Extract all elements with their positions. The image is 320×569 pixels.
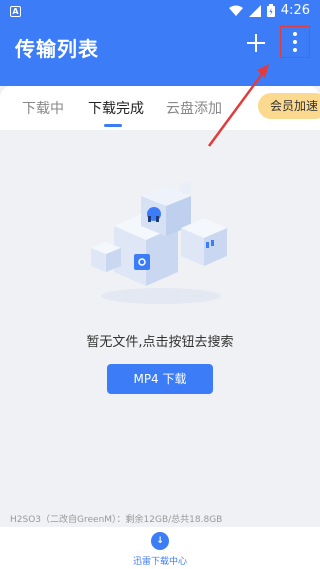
tab-cloud-add[interactable]: 云盘添加 [166,98,222,118]
empty-state-illustration [91,182,227,304]
tab-downloading[interactable]: 下载中 [22,98,64,118]
storage-info: H2SO3（二改自GreenM）：剩余12GB/总共18.8GB [10,515,223,525]
signal-icon [248,4,261,17]
tab-active-indicator [104,124,122,127]
bottom-nav: ↓ 迅雷下载中心 [0,527,320,569]
page-title: 传输列表 [15,37,99,61]
more-options-button[interactable] [280,26,310,58]
app-header: A 4:26 传输列表 [0,0,320,86]
download-center-icon[interactable]: ↓ [151,532,169,550]
status-bar: A 4:26 [0,0,320,24]
more-dot-icon [293,48,297,52]
more-dot-icon [293,40,297,44]
download-center-label[interactable]: 迅雷下载中心 [0,554,320,567]
add-icon[interactable] [244,31,268,55]
status-icons: 4:26 [228,3,310,18]
mp4-download-button[interactable]: MP4 下载 [107,364,213,394]
empty-message: 暂无文件,点击按钮去搜索 [86,335,234,350]
battery-icon [266,4,275,17]
clock: 4:26 [280,3,310,18]
tab-completed[interactable]: 下载完成 [88,98,144,118]
tab-bar: 下载中 下载完成 云盘添加 会员加速 [0,86,320,130]
wifi-icon [228,5,243,16]
notification-a-icon: A [10,6,21,17]
more-dot-icon [293,32,297,36]
vip-speedup-button[interactable]: 会员加速 [258,93,320,119]
